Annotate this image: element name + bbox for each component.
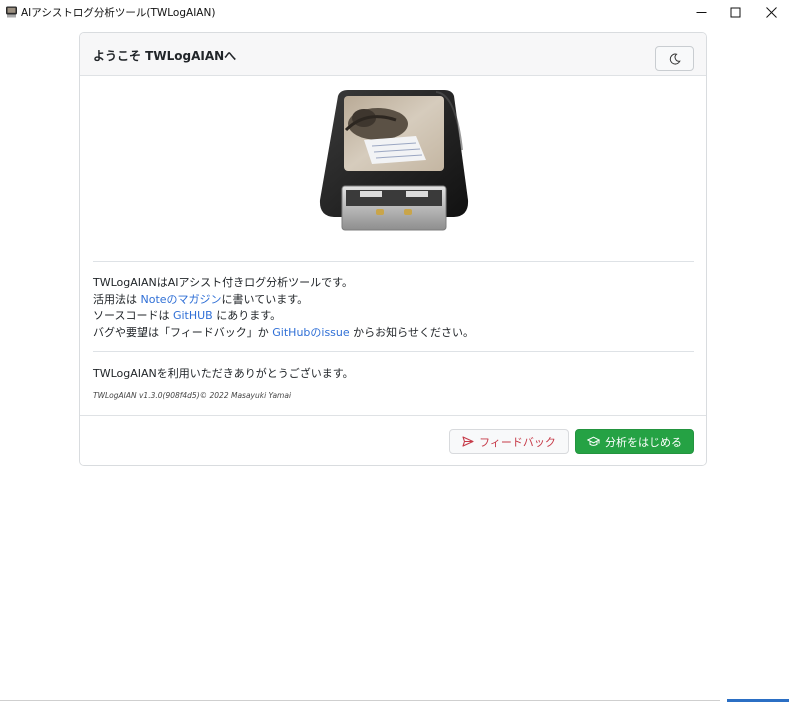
note-magazine-link[interactable]: Noteのマガジン <box>141 293 222 306</box>
window-title: AIアシストログ分析ツール(TWLogAIAN) <box>21 7 216 19</box>
description-text: からお知らせください。 <box>349 325 474 339</box>
description-text: TWLogAIANはAIアシスト付きログ分析ツールです。 <box>93 276 353 289</box>
card-footer: フィードバック 分析をはじめる <box>80 415 706 465</box>
window-bottom-accent <box>727 699 789 702</box>
minimize-icon <box>696 11 706 13</box>
welcome-card: ようこそ TWLogAIANへ TWLogAIANはAIアシスト付きログ分析ツー… <box>79 32 707 466</box>
thanks-message: TWLogAIANを利用いただきありがとうございます。 <box>93 367 354 380</box>
github-issue-link[interactable]: GitHubのissue <box>272 326 349 339</box>
divider <box>93 261 694 262</box>
description-line: ソースコードは GitHUB にあります。 <box>93 308 474 325</box>
graduation-cap-icon <box>587 436 600 446</box>
description-text: ソースコードは <box>93 309 173 322</box>
version-info: TWLogAIAN v1.3.0(908f4d5)© 2022 Masayuki… <box>93 391 292 400</box>
description-line: バグや要望は「フィードバック」か GitHubのissue からお知らせください… <box>93 325 474 342</box>
divider <box>93 351 694 352</box>
feedback-button[interactable]: フィードバック <box>449 429 569 454</box>
start-analysis-label: 分析をはじめる <box>605 435 682 449</box>
description: TWLogAIANはAIアシスト付きログ分析ツールです。 活用法は Noteのマ… <box>93 275 474 341</box>
start-analysis-button[interactable]: 分析をはじめる <box>575 429 694 454</box>
description-text: バグや要望は「フィードバック」か <box>93 325 273 339</box>
feedback-label: フィードバック <box>479 435 556 449</box>
description-text: にあります。 <box>212 309 282 322</box>
card-title: ようこそ TWLogAIANへ <box>93 49 237 63</box>
description-text: 活用法は <box>93 292 141 306</box>
minimize-button[interactable] <box>683 0 719 24</box>
app-logo-image <box>319 90 469 231</box>
close-button[interactable] <box>753 0 789 24</box>
card-header: ようこそ TWLogAIANへ <box>80 33 706 76</box>
description-line: TWLogAIANはAIアシスト付きログ分析ツールです。 <box>93 275 474 292</box>
maximize-button[interactable] <box>717 0 753 24</box>
moon-icon <box>669 53 681 65</box>
description-line: 活用法は Noteのマガジンに書いています。 <box>93 292 474 309</box>
title-bar: AIアシストログ分析ツール(TWLogAIAN) <box>0 0 789 24</box>
theme-toggle-button[interactable] <box>655 46 694 71</box>
maximize-icon <box>730 7 740 17</box>
close-icon <box>765 6 777 18</box>
github-link[interactable]: GitHUB <box>173 309 213 322</box>
window-bottom-border <box>0 700 720 701</box>
description-text: に書いています。 <box>221 292 309 306</box>
send-icon <box>462 436 474 447</box>
usb-drive-icon <box>6 6 17 18</box>
